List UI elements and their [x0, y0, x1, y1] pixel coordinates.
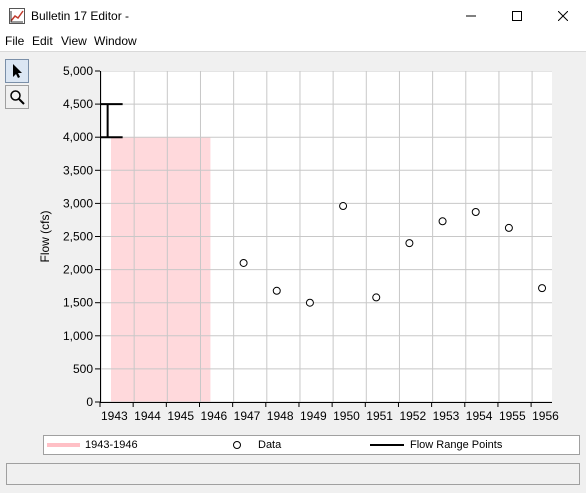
y-tick-label: 1,000 — [63, 329, 93, 343]
x-tick-label: 1949 — [300, 409, 327, 423]
legend-circle-marker-icon — [233, 441, 241, 449]
y-axis-title: Flow (cfs) — [38, 211, 52, 263]
legend-label-data: Data — [258, 439, 282, 451]
maximize-button[interactable] — [494, 0, 540, 32]
y-tick-label: 3,500 — [63, 163, 93, 177]
y-tick-label: 4,000 — [63, 130, 93, 144]
x-tick-label: 1956 — [532, 409, 559, 423]
y-tick-label: 5,000 — [63, 64, 93, 78]
menu-bar: File Edit View Window — [0, 32, 586, 51]
title-bar: Bulletin 17 Editor - — [0, 0, 586, 32]
x-tick-label: 1948 — [267, 409, 294, 423]
x-tick-label: 1950 — [333, 409, 360, 423]
y-tick-label: 2,500 — [63, 230, 93, 244]
chart-legend: 1943-1946 Data Flow Range Points — [43, 435, 580, 455]
window-title: Bulletin 17 Editor - — [31, 9, 130, 23]
legend-swatch-range — [47, 443, 80, 447]
select-arrow-icon — [13, 64, 22, 78]
x-tick-label: 1954 — [466, 409, 493, 423]
zoom-tool-button[interactable] — [5, 85, 29, 109]
x-tick-label: 1953 — [433, 409, 460, 423]
y-tick-label: 500 — [73, 362, 93, 376]
close-icon — [558, 11, 568, 21]
menu-window[interactable]: Window — [94, 34, 137, 48]
x-tick-label: 1943 — [101, 409, 128, 423]
menu-edit[interactable]: Edit — [32, 34, 53, 48]
status-bar — [6, 463, 580, 485]
maximize-icon — [512, 11, 522, 21]
y-tick-label: 4,500 — [63, 97, 93, 111]
y-tick-label: 2,000 — [63, 263, 93, 277]
x-tick-label: 1947 — [234, 409, 261, 423]
legend-swatch-flow-range — [370, 444, 404, 446]
menu-file[interactable]: File — [5, 34, 24, 48]
tool-palette — [5, 57, 33, 113]
legend-label-flow-range: Flow Range Points — [410, 439, 503, 451]
zoom-magnifier-icon — [10, 90, 25, 105]
legend-label-range: 1943-1946 — [85, 439, 138, 451]
x-tick-label: 1951 — [366, 409, 393, 423]
x-tick-label: 1952 — [399, 409, 426, 423]
menu-separator — [0, 51, 586, 52]
y-tick-label: 3,000 — [63, 196, 93, 210]
minimize-icon — [466, 15, 476, 17]
x-tick-label: 1955 — [499, 409, 526, 423]
select-tool-button[interactable] — [5, 59, 29, 83]
x-tick-label: 1944 — [134, 409, 161, 423]
app-chart-icon — [9, 8, 25, 24]
y-tick-label: 1,500 — [63, 296, 93, 310]
x-tick-label: 1946 — [200, 409, 227, 423]
chart-panel: 0 500 1,000 1,500 2,000 2,500 3,000 3,500 4,000 4… — [36, 56, 580, 456]
close-button[interactable] — [540, 0, 586, 32]
minimize-button[interactable] — [448, 0, 494, 32]
x-tick-label: 1945 — [167, 409, 194, 423]
axes-svg: 0 500 1,000 1,500 2,000 2,500 3,000 3,500 4,000 4… — [38, 64, 559, 423]
y-tick-label: 0 — [86, 395, 93, 409]
menu-view[interactable]: View — [61, 34, 87, 48]
